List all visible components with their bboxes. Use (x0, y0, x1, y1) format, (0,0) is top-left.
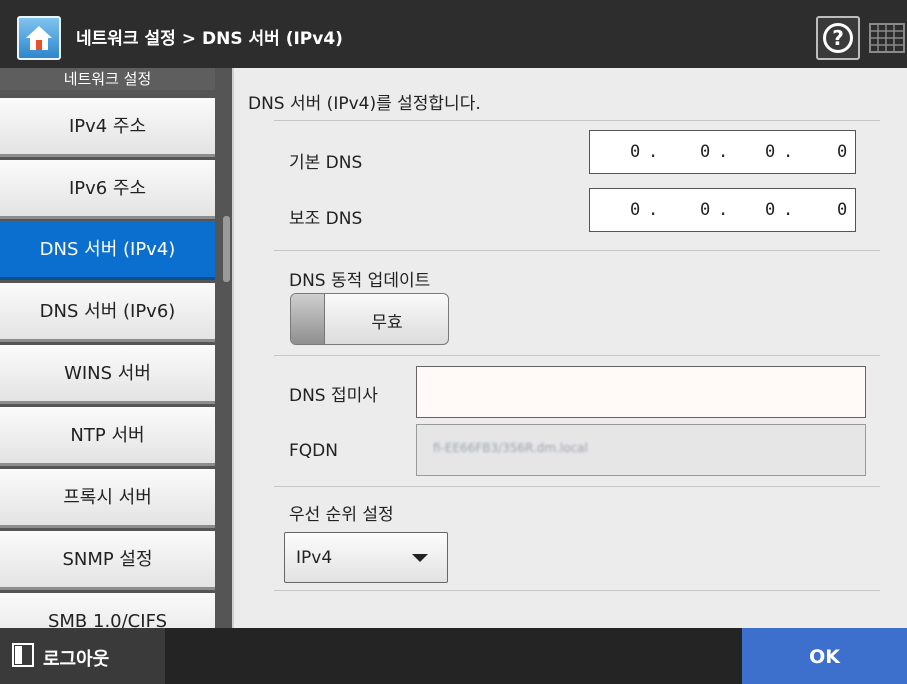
dynamic-update-label: DNS 동적 업데이트 (289, 271, 431, 291)
ip-octet[interactable]: 0 (837, 142, 847, 162)
primary-dns-field[interactable]: 0 . 0 . 0 . 0 (589, 130, 856, 174)
fqdn-value: fi-EE66FB3/356R.dm.local (433, 441, 588, 455)
dns-suffix-label: DNS 접미사 (289, 386, 378, 406)
sidebar-item-ntp[interactable]: NTP 서버 (0, 407, 215, 466)
fqdn-field: fi-EE66FB3/356R.dm.local (416, 424, 866, 476)
breadcrumb: 네트워크 설정 > DNS 서버 (IPv4) (76, 24, 343, 49)
primary-dns-label: 기본 DNS (289, 153, 363, 173)
sidebar-title: 네트워크 설정 (0, 68, 215, 90)
toggle-knob[interactable] (291, 294, 325, 344)
breadcrumb-parent[interactable]: 네트워크 설정 (76, 29, 176, 49)
header-bar: 네트워크 설정 > DNS 서버 (IPv4) ? (0, 0, 907, 68)
ok-button[interactable]: OK (742, 628, 907, 684)
secondary-dns-label: 보조 DNS (289, 209, 363, 229)
breadcrumb-separator: > (181, 29, 197, 49)
page-description: DNS 서버 (IPv4)를 설정합니다. (248, 94, 481, 114)
octet-separator: . (783, 142, 794, 162)
priority-select[interactable]: IPv4 (284, 532, 448, 583)
divider (274, 250, 880, 251)
footer-bar: 로그아웃 OK (0, 628, 907, 684)
ip-octet[interactable]: 0 (765, 142, 775, 162)
logout-label: 로그아웃 (43, 649, 110, 670)
sidebar-item-ipv6-address[interactable]: IPv6 주소 (0, 160, 215, 219)
sidebar-item-smb[interactable]: SMB 1.0/CIFS (0, 593, 215, 628)
divider (274, 355, 880, 356)
sidebar-item-dns-ipv6[interactable]: DNS 서버 (IPv6) (0, 283, 215, 342)
priority-label: 우선 순위 설정 (289, 505, 394, 525)
octet-separator: . (718, 142, 729, 162)
dynamic-update-toggle[interactable]: 무효 (290, 293, 449, 345)
ip-octet[interactable]: 0 (630, 142, 640, 162)
keyboard-icon (869, 23, 905, 53)
divider (274, 120, 880, 121)
ip-octet[interactable]: 0 (700, 142, 710, 162)
sidebar-item-proxy[interactable]: 프록시 서버 (0, 469, 215, 528)
home-button[interactable] (17, 16, 61, 60)
sidebar-item-wins[interactable]: WINS 서버 (0, 345, 215, 404)
octet-separator: . (718, 200, 729, 220)
sidebar-item-snmp[interactable]: SNMP 설정 (0, 531, 215, 590)
ip-octet[interactable]: 0 (700, 200, 710, 220)
priority-value: IPv4 (296, 548, 333, 568)
logout-icon (12, 643, 34, 667)
octet-separator: . (648, 142, 659, 162)
ip-octet[interactable]: 0 (837, 200, 847, 220)
dns-suffix-input[interactable] (416, 366, 866, 418)
logout-button[interactable]: 로그아웃 (0, 628, 165, 684)
chevron-down-icon (412, 554, 428, 562)
settings-panel: DNS 서버 (IPv4)를 설정합니다. 기본 DNS 0 . 0 . 0 .… (232, 68, 907, 628)
sidebar-scrollbar[interactable] (223, 216, 230, 282)
secondary-dns-field[interactable]: 0 . 0 . 0 . 0 (589, 188, 856, 232)
sidebar: 네트워크 설정 IPv4 주소 IPv6 주소 DNS 서버 (IPv4) DN… (0, 68, 232, 628)
fqdn-label: FQDN (289, 441, 338, 461)
divider (274, 486, 880, 487)
toggle-state-label: 무효 (371, 313, 403, 333)
help-button[interactable]: ? (816, 16, 860, 60)
ip-octet[interactable]: 0 (765, 200, 775, 220)
sidebar-item-dns-ipv4[interactable]: DNS 서버 (IPv4) (0, 221, 215, 280)
breadcrumb-current: DNS 서버 (IPv4) (202, 29, 343, 49)
sidebar-item-ipv4-address[interactable]: IPv4 주소 (0, 98, 215, 157)
octet-separator: . (783, 200, 794, 220)
help-icon: ? (823, 23, 853, 53)
ip-octet[interactable]: 0 (630, 200, 640, 220)
octet-separator: . (648, 200, 659, 220)
divider (274, 590, 880, 591)
keyboard-button[interactable] (866, 16, 907, 60)
home-icon (26, 26, 52, 50)
